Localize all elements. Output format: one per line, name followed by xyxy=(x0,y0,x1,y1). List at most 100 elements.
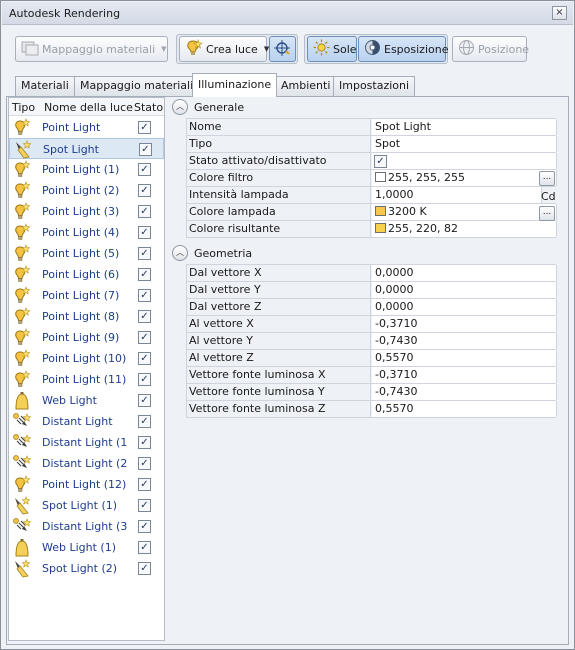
light-list-item[interactable]: Point Light (8) ✓ xyxy=(9,306,164,327)
property-row-type: Tipo Spot xyxy=(187,136,557,153)
light-list-item[interactable]: Distant Light (2 ✓ xyxy=(9,453,164,474)
property-label: Colore filtro xyxy=(187,170,371,186)
create-light-label: Crea luce xyxy=(206,42,258,56)
property-label: Vettore fonte luminosa Z xyxy=(187,401,371,417)
geometry-properties-table: Dal vettore X 0,0000 Dal vettore Y 0,0000 Da… xyxy=(186,264,557,418)
light-status-checkbox[interactable]: ✓ xyxy=(138,562,151,575)
column-header-type[interactable]: Tipo xyxy=(12,101,35,114)
web-light-icon xyxy=(12,538,32,558)
light-list-item[interactable]: Point Light (1) ✓ xyxy=(9,159,164,180)
light-list-item[interactable]: Distant Light (1 ✓ xyxy=(9,432,164,453)
light-name: Spot Light (2) xyxy=(42,562,118,575)
light-name: Point Light (3) xyxy=(42,205,120,218)
geometry-value-field[interactable]: 0,0000 xyxy=(372,265,557,281)
light-list-item[interactable]: Spot Light (2) ✓ xyxy=(9,558,164,579)
section-general-title: Generale xyxy=(194,101,245,114)
close-button[interactable]: × xyxy=(552,6,567,20)
light-list-item[interactable]: Point Light (10) ✓ xyxy=(9,348,164,369)
rendering-window: Autodesk Rendering × Mappaggio materiali… xyxy=(0,0,575,650)
light-list-item[interactable]: Spot Light (1) ✓ xyxy=(9,495,164,516)
title-bar[interactable]: Autodesk Rendering × xyxy=(2,2,573,25)
property-label: Vettore fonte luminosa X xyxy=(187,367,371,383)
light-list-item[interactable]: Point Light (5) ✓ xyxy=(9,243,164,264)
geometry-value-field[interactable]: 0,5570 xyxy=(372,401,557,417)
light-list-item[interactable]: Point Light (11) ✓ xyxy=(9,369,164,390)
light-status-checkbox[interactable]: ✓ xyxy=(138,436,151,449)
state-checkbox[interactable]: ✓ xyxy=(374,155,387,168)
light-status-checkbox[interactable]: ✓ xyxy=(138,541,151,554)
geometry-value-field[interactable]: -0,3710 xyxy=(372,367,557,383)
light-status-checkbox[interactable]: ✓ xyxy=(138,184,151,197)
light-status-checkbox[interactable]: ✓ xyxy=(138,268,151,281)
geometry-value-field[interactable]: 0,0000 xyxy=(372,299,557,315)
geometry-value-field[interactable]: 0,0000 xyxy=(372,282,557,298)
light-status-checkbox[interactable]: ✓ xyxy=(138,373,151,386)
type-field[interactable]: Spot xyxy=(372,136,557,152)
light-list-item[interactable]: Point Light ✓ xyxy=(9,117,164,138)
geometry-value-field[interactable]: -0,7430 xyxy=(372,333,557,349)
light-list-item[interactable]: Point Light (6) ✓ xyxy=(9,264,164,285)
light-name: Spot Light xyxy=(43,143,99,156)
tab-illuminazione[interactable]: Illuminazione xyxy=(192,73,278,97)
light-status-checkbox[interactable]: ✓ xyxy=(139,143,152,156)
tab-ambienti[interactable]: Ambienti xyxy=(275,76,337,96)
light-status-checkbox[interactable]: ✓ xyxy=(138,289,151,302)
light-list-item[interactable]: Distant Light (3 ✓ xyxy=(9,516,164,537)
light-status-checkbox[interactable]: ✓ xyxy=(138,457,151,470)
light-list-item[interactable]: Point Light (4) ✓ xyxy=(9,222,164,243)
light-list-item[interactable]: Distant Light ✓ xyxy=(9,411,164,432)
column-header-status[interactable]: Stato xyxy=(134,101,163,114)
property-row-geometry: Dal vettore Z 0,0000 xyxy=(187,299,557,316)
light-status-checkbox[interactable]: ✓ xyxy=(138,205,151,218)
light-status-checkbox[interactable]: ✓ xyxy=(138,478,151,491)
light-list-item[interactable]: Spot Light ✓ xyxy=(9,138,164,159)
filter-color-field[interactable]: 255, 255, 255 xyxy=(372,170,557,186)
create-light-button[interactable]: Crea luce ▼ xyxy=(179,36,269,62)
geometry-value-field[interactable]: -0,7430 xyxy=(372,384,557,400)
chevron-down-icon: ▼ xyxy=(161,45,167,53)
lamp-color-browse-button[interactable]: ... xyxy=(539,206,555,221)
light-list-item[interactable]: Web Light ✓ xyxy=(9,390,164,411)
light-list-item[interactable]: Web Light (1) ✓ xyxy=(9,537,164,558)
intensity-field[interactable]: 1,0000 xyxy=(372,187,542,203)
light-status-checkbox[interactable]: ✓ xyxy=(138,499,151,512)
property-label: Al vettore Y xyxy=(187,333,371,349)
position-button[interactable]: Posizione xyxy=(452,36,529,62)
light-status-checkbox[interactable]: ✓ xyxy=(138,331,151,344)
geometry-value-field[interactable]: -0,3710 xyxy=(372,316,557,332)
light-list-item[interactable]: Point Light (2) ✓ xyxy=(9,180,164,201)
material-mapping-button[interactable]: Mappaggio materiali ▼ xyxy=(15,36,168,62)
section-geometry-title: Geometria xyxy=(194,247,253,260)
light-status-checkbox[interactable]: ✓ xyxy=(138,520,151,533)
point-light-icon xyxy=(12,307,32,327)
geometry-value-field[interactable]: 0,5570 xyxy=(372,350,557,366)
lamp-color-field[interactable]: 3200 K xyxy=(372,204,557,220)
property-label: Vettore fonte luminosa Y xyxy=(187,384,371,400)
light-list-item[interactable]: Point Light (12) ✓ xyxy=(9,474,164,495)
light-list-item[interactable]: Point Light (3) ✓ xyxy=(9,201,164,222)
light-list-item[interactable]: Point Light (7) ✓ xyxy=(9,285,164,306)
sun-button[interactable]: Sole xyxy=(307,36,357,62)
property-label: Colore risultante xyxy=(187,221,371,237)
collapse-geometry-button[interactable]: ︿ xyxy=(172,245,188,261)
name-field[interactable]: Spot Light xyxy=(372,119,557,135)
light-status-checkbox[interactable]: ✓ xyxy=(138,394,151,407)
light-target-button[interactable] xyxy=(269,36,296,62)
tab-impostazioni[interactable]: Impostazioni xyxy=(333,76,416,96)
light-status-checkbox[interactable]: ✓ xyxy=(138,226,151,239)
collapse-general-button[interactable]: ︿ xyxy=(172,99,188,115)
light-list-item[interactable]: Point Light (9) ✓ xyxy=(9,327,164,348)
light-status-checkbox[interactable]: ✓ xyxy=(138,415,151,428)
filter-color-browse-button[interactable]: ... xyxy=(539,171,555,186)
light-status-checkbox[interactable]: ✓ xyxy=(138,247,151,260)
light-status-checkbox[interactable]: ✓ xyxy=(138,310,151,323)
light-status-checkbox[interactable]: ✓ xyxy=(138,352,151,365)
light-status-checkbox[interactable]: ✓ xyxy=(138,163,151,176)
light-list[interactable]: Tipo Nome della luce Stato Point Light ✓ S… xyxy=(8,97,165,641)
column-header-name[interactable]: Nome della luce xyxy=(44,101,133,114)
exposure-button[interactable]: Esposizione xyxy=(358,36,448,62)
light-status-checkbox[interactable]: ✓ xyxy=(138,121,151,134)
tab-mappaggio-materiali[interactable]: Mappaggio materiali xyxy=(74,76,200,96)
property-row-geometry: Al vettore X -0,3710 xyxy=(187,316,557,333)
tab-materiali[interactable]: Materiali xyxy=(15,76,75,96)
